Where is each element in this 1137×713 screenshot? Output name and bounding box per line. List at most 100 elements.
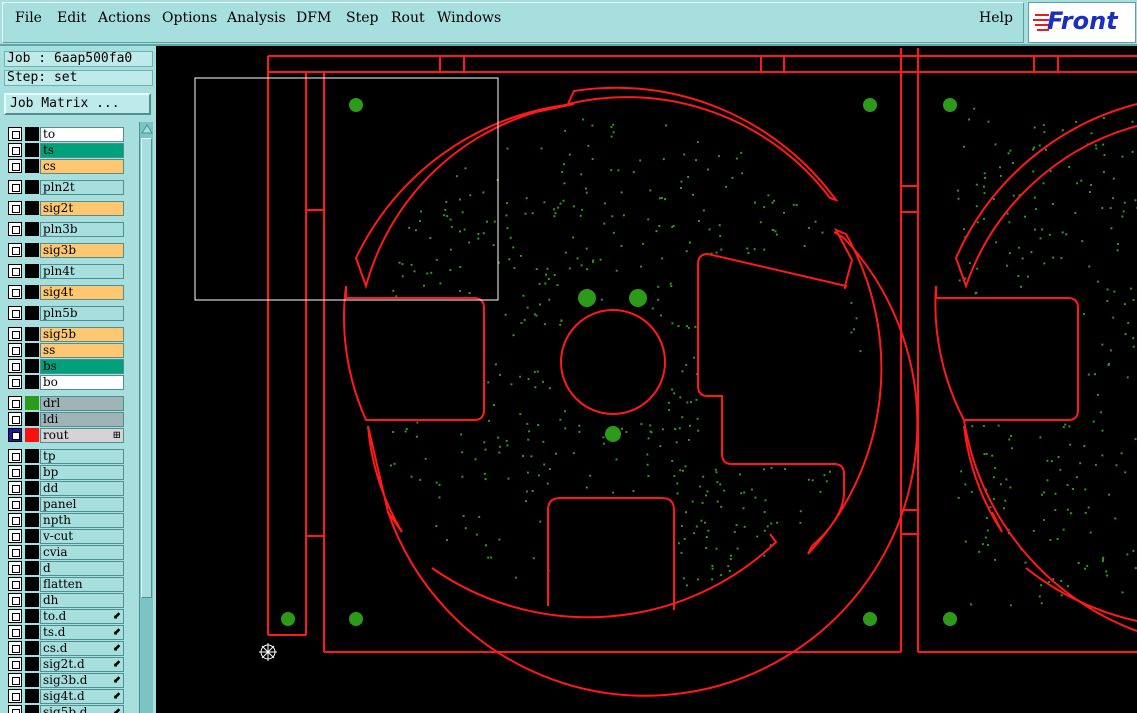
layer-display-swatch[interactable]: [25, 625, 39, 639]
layer-name[interactable]: bp: [40, 465, 124, 480]
layer-affected-checkbox[interactable]: [8, 641, 22, 655]
layer-affected-checkbox[interactable]: [8, 497, 22, 511]
menu-file[interactable]: File: [15, 10, 42, 26]
menu-edit[interactable]: Edit: [57, 10, 86, 26]
layer-affected-checkbox[interactable]: [8, 127, 22, 141]
menu-help[interactable]: Help: [979, 10, 1013, 26]
layer-display-swatch[interactable]: [25, 577, 39, 591]
layer-row-sig3b-d[interactable]: sig3b.d ⬋: [6, 672, 126, 688]
layer-affected-checkbox[interactable]: [8, 481, 22, 495]
layer-row-flatten[interactable]: flatten: [6, 576, 126, 592]
layer-row-v-cut[interactable]: v-cut: [6, 528, 126, 544]
layer-row-rout[interactable]: rout ⊞: [6, 427, 126, 443]
layer-name[interactable]: dd: [40, 481, 124, 496]
layer-affected-checkbox[interactable]: [8, 577, 22, 591]
layer-display-swatch[interactable]: [25, 127, 39, 141]
layer-affected-checkbox[interactable]: [8, 375, 22, 389]
layer-affected-checkbox[interactable]: [8, 285, 22, 299]
layer-affected-checkbox[interactable]: [8, 609, 22, 623]
layer-display-swatch[interactable]: [25, 449, 39, 463]
layer-name[interactable]: ts.d ⬋: [40, 625, 124, 640]
layer-row-npth[interactable]: npth: [6, 512, 126, 528]
layer-affected-checkbox[interactable]: [8, 180, 22, 194]
layer-name[interactable]: pln5b: [40, 306, 124, 321]
layer-display-swatch[interactable]: [25, 529, 39, 543]
layer-row-ldi[interactable]: ldi: [6, 411, 126, 427]
layer-affected-checkbox[interactable]: [8, 412, 22, 426]
layer-affected-checkbox[interactable]: [8, 545, 22, 559]
layer-name[interactable]: sig3b.d ⬋: [40, 673, 124, 688]
layer-affected-checkbox[interactable]: [8, 396, 22, 410]
layer-affected-checkbox[interactable]: [8, 343, 22, 357]
layer-name[interactable]: to: [40, 127, 124, 142]
graphic-editor-canvas[interactable]: [156, 46, 1137, 713]
layer-display-swatch[interactable]: [25, 285, 39, 299]
layer-display-swatch[interactable]: [25, 264, 39, 278]
layer-display-swatch[interactable]: [25, 412, 39, 426]
layer-row-ss[interactable]: ss: [6, 342, 126, 358]
scroll-up-arrow-icon[interactable]: [141, 124, 153, 134]
menu-analysis[interactable]: Analysis: [227, 10, 286, 26]
layer-affected-checkbox[interactable]: [8, 593, 22, 607]
layer-affected-checkbox[interactable]: [8, 689, 22, 703]
layer-display-swatch[interactable]: [25, 159, 39, 173]
layer-row-dd[interactable]: dd: [6, 480, 126, 496]
layer-row-bs[interactable]: bs: [6, 358, 126, 374]
layer-row-to-d[interactable]: to.d ⬋: [6, 608, 126, 624]
layer-name[interactable]: ts: [40, 143, 124, 158]
layer-display-swatch[interactable]: [25, 428, 39, 442]
layer-row-pln4t[interactable]: pln4t: [6, 263, 126, 279]
layer-display-swatch[interactable]: [25, 705, 39, 713]
layer-name[interactable]: ss: [40, 343, 124, 358]
layer-name[interactable]: pln2t: [40, 180, 124, 195]
layer-affected-checkbox[interactable]: [8, 561, 22, 575]
layer-display-swatch[interactable]: [25, 201, 39, 215]
layer-row-sig2t-d[interactable]: sig2t.d ⬋: [6, 656, 126, 672]
layer-affected-checkbox[interactable]: [8, 327, 22, 341]
layer-name[interactable]: v-cut: [40, 529, 124, 544]
layer-name[interactable]: to.d ⬋: [40, 609, 124, 624]
layer-name[interactable]: sig2t.d ⬋: [40, 657, 124, 672]
panel-drawing[interactable]: [156, 46, 1137, 713]
layer-name[interactable]: pln4t: [40, 264, 124, 279]
menu-dfm[interactable]: DFM: [296, 10, 331, 26]
layer-name[interactable]: bs: [40, 359, 124, 374]
layer-display-swatch[interactable]: [25, 343, 39, 357]
layer-name[interactable]: sig5b: [40, 327, 124, 342]
layer-display-swatch[interactable]: [25, 359, 39, 373]
layer-affected-checkbox[interactable]: [8, 222, 22, 236]
menu-actions[interactable]: Actions: [98, 10, 151, 26]
layer-display-swatch[interactable]: [25, 396, 39, 410]
layer-list-scrollbar[interactable]: [139, 122, 153, 713]
layer-affected-checkbox[interactable]: [8, 201, 22, 215]
layer-name[interactable]: flatten: [40, 577, 124, 592]
layer-name[interactable]: sig3b: [40, 243, 124, 258]
layer-row-sig3b[interactable]: sig3b: [6, 242, 126, 258]
layer-affected-checkbox[interactable]: [8, 513, 22, 527]
layer-affected-checkbox[interactable]: [8, 625, 22, 639]
layer-display-swatch[interactable]: [25, 593, 39, 607]
layer-affected-checkbox[interactable]: [8, 243, 22, 257]
layer-display-swatch[interactable]: [25, 497, 39, 511]
layer-name[interactable]: d: [40, 561, 124, 576]
menu-windows[interactable]: Windows: [437, 10, 501, 26]
layer-row-pln3b[interactable]: pln3b: [6, 221, 126, 237]
layer-row-sig2t[interactable]: sig2t: [6, 200, 126, 216]
layer-name[interactable]: pln3b: [40, 222, 124, 237]
layer-name[interactable]: dh: [40, 593, 124, 608]
layer-display-swatch[interactable]: [25, 327, 39, 341]
layer-row-sig5b[interactable]: sig5b: [6, 326, 126, 342]
menu-step[interactable]: Step: [346, 10, 378, 26]
layer-display-swatch[interactable]: [25, 657, 39, 671]
layer-name[interactable]: rout ⊞: [40, 428, 124, 443]
job-matrix-button[interactable]: Job Matrix ...: [4, 93, 151, 115]
layer-row-sig4t-d[interactable]: sig4t.d ⬋: [6, 688, 126, 704]
layer-affected-checkbox[interactable]: [8, 449, 22, 463]
layer-row-d[interactable]: d: [6, 560, 126, 576]
layer-row-cs-d[interactable]: cs.d ⬋: [6, 640, 126, 656]
layer-display-swatch[interactable]: [25, 222, 39, 236]
layer-row-ts[interactable]: ts: [6, 142, 126, 158]
layer-display-swatch[interactable]: [25, 465, 39, 479]
layer-display-swatch[interactable]: [25, 243, 39, 257]
layer-display-swatch[interactable]: [25, 180, 39, 194]
